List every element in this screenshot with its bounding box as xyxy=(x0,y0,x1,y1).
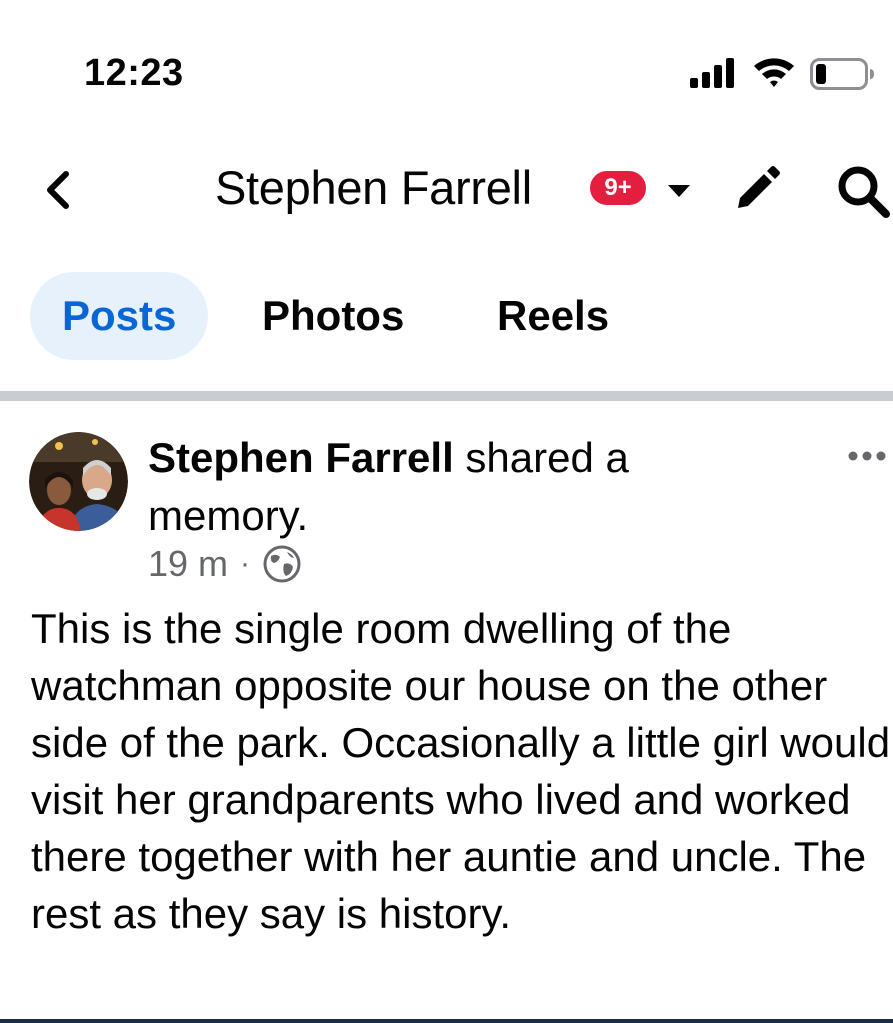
avatar[interactable] xyxy=(29,432,128,531)
battery-icon xyxy=(810,58,874,90)
wifi-icon xyxy=(754,58,794,87)
back-chevron-icon[interactable] xyxy=(36,162,84,218)
tab-photos[interactable]: Photos xyxy=(262,272,404,360)
post-timestamp[interactable]: 19 m xyxy=(148,543,228,585)
post-meta: 19 m · xyxy=(148,541,302,587)
post-body: This is the single room dwelling of the … xyxy=(31,605,891,937)
tab-reels[interactable]: Reels xyxy=(497,272,609,360)
cellular-signal-icon xyxy=(690,58,738,88)
search-icon[interactable] xyxy=(832,160,893,220)
status-time: 12:23 xyxy=(84,52,184,94)
section-divider xyxy=(0,391,893,401)
author-name[interactable]: Stephen Farrell xyxy=(148,434,454,481)
profile-header: Stephen Farrell 9+ xyxy=(0,140,893,240)
meta-separator: · xyxy=(240,547,251,580)
globe-icon xyxy=(263,545,301,583)
status-bar: 12:23 xyxy=(0,0,893,140)
profile-tabs: Posts Photos Reels xyxy=(0,268,893,364)
post-header: Stephen Farrell shared a memory. xyxy=(148,429,708,545)
tab-posts[interactable]: Posts xyxy=(30,272,209,360)
screen: 12:23 Stephen Farrell 9+ Posts Photos Re… xyxy=(0,0,893,1023)
page-title: Stephen Farrell xyxy=(215,161,532,214)
more-options-icon[interactable] xyxy=(842,441,892,471)
notification-badge: 9+ xyxy=(587,168,649,208)
caret-down-icon[interactable] xyxy=(664,176,694,204)
feed-post: Stephen Farrell shared a memory. 19 m · … xyxy=(0,401,893,1023)
bottom-edge xyxy=(0,1019,893,1023)
pencil-icon[interactable] xyxy=(728,162,784,218)
